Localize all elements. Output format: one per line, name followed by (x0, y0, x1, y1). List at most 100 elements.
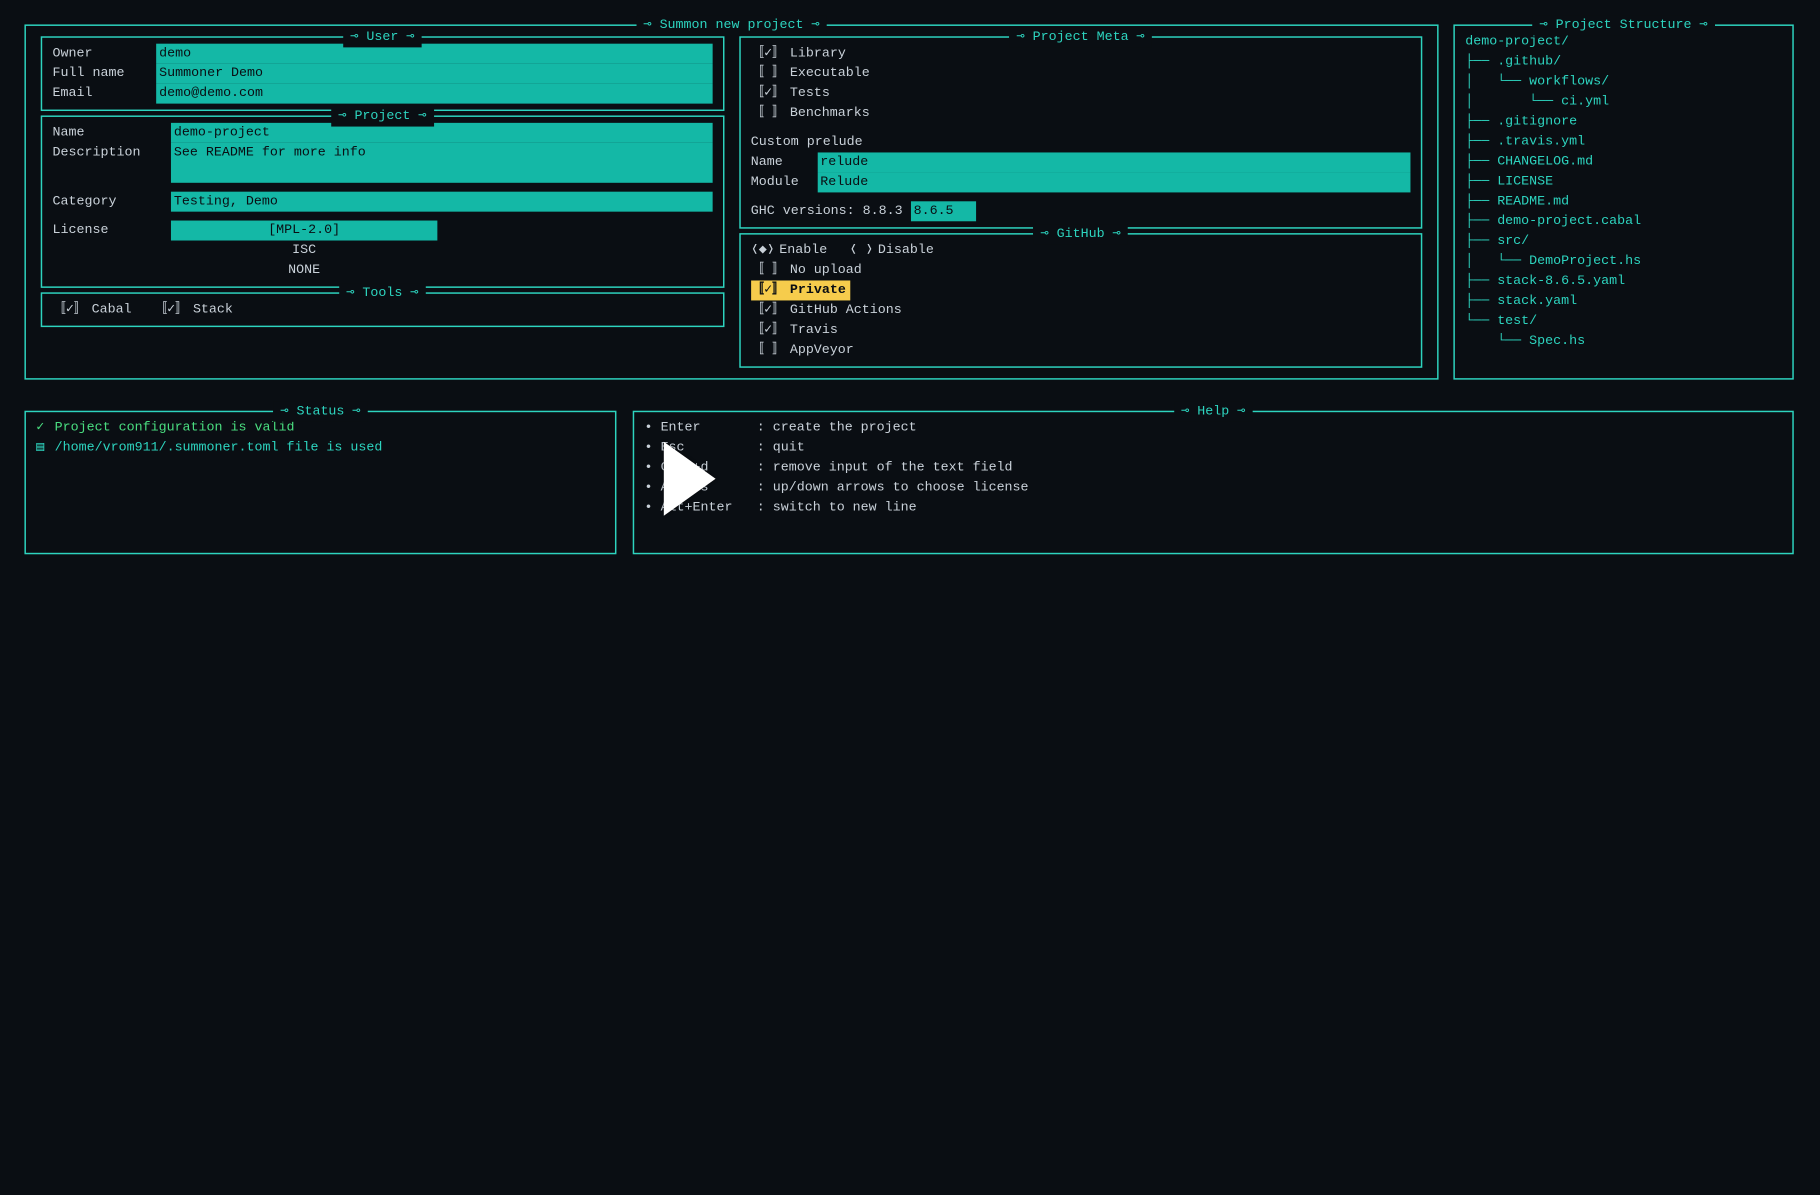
github-panel: ⊸ GitHub ⊸ ❬◆❭ Enable ❬ ❭ Disable (739, 233, 1422, 368)
help-sep: : (757, 440, 773, 455)
checkbox-off-icon: 〚 〛 (751, 64, 786, 84)
help-panel: ⊸ Help ⊸ • Enter: create the project• Es… (633, 411, 1794, 555)
github-actions-label: GitHub Actions (790, 300, 902, 320)
owner-input[interactable]: demo (156, 44, 712, 64)
github-enable-radio[interactable]: ❬◆❭ Enable (751, 241, 827, 261)
tool-cabal-checkbox[interactable]: 〚✓〛 Cabal (53, 300, 132, 320)
fullname-label: Full name (53, 64, 157, 84)
info-icon: ▤ (36, 438, 44, 458)
meta-executable-checkbox[interactable]: 〚 〛 Executable (751, 64, 1411, 84)
tree-line: ├── stack.yaml (1465, 292, 1782, 312)
license-option-isc[interactable]: ISC (171, 241, 437, 261)
tree-line: ├── LICENSE (1465, 172, 1782, 192)
project-meta-panel: ⊸ Project Meta ⊸ 〚✓〛 Library 〚 〛 Executa… (739, 36, 1422, 228)
project-category-input[interactable]: Testing, Demo (171, 192, 712, 212)
project-desc-input[interactable]: See README for more info (171, 143, 712, 183)
project-title: ⊸ Project ⊸ (331, 107, 434, 127)
help-sep: : (757, 500, 773, 515)
bullet-icon: • (645, 440, 653, 455)
tree-line: │ └── workflows/ (1465, 72, 1782, 92)
checkbox-on-icon: 〚✓〛 (53, 300, 88, 320)
tool-stack-checkbox[interactable]: 〚✓〛 Stack (154, 300, 233, 320)
status-config-text: /home/vrom911/.summoner.toml file is use… (55, 438, 383, 458)
github-private-checkbox[interactable]: 〚✓〛 Private (751, 280, 851, 300)
help-key: Ctrl+d (661, 458, 757, 478)
help-desc: switch to new line (773, 500, 917, 515)
github-appveyor-label: AppVeyor (790, 340, 854, 360)
github-disable-label: Disable (878, 241, 934, 261)
project-name-input[interactable]: demo-project (171, 123, 712, 143)
help-desc: quit (773, 440, 805, 455)
help-sep: : (757, 460, 773, 475)
checkbox-on-icon: 〚✓〛 (154, 300, 189, 320)
fullname-input[interactable]: Summoner Demo (156, 64, 712, 84)
ghc-versions-input[interactable]: 8.6.5 (911, 201, 976, 221)
tree-line: ├── src/ (1465, 232, 1782, 252)
meta-title: ⊸ Project Meta ⊸ (1009, 27, 1152, 47)
tree-line: ├── .gitignore (1465, 112, 1782, 132)
tools-title: ⊸ Tools ⊸ (339, 283, 426, 303)
email-label: Email (53, 84, 157, 104)
radio-off-icon: ❬ ❭ (849, 241, 873, 261)
bullet-icon: • (645, 420, 653, 435)
project-structure-panel: ⊸ Project Structure ⊸ demo-project/├── .… (1453, 24, 1793, 379)
help-key: Alt+Enter (661, 498, 757, 518)
checkbox-on-icon: 〚✓〛 (751, 84, 786, 104)
license-option-none[interactable]: NONE (171, 261, 437, 281)
help-key: Arrows (661, 478, 757, 498)
tree-line: ├── .travis.yml (1465, 132, 1782, 152)
github-appveyor-checkbox[interactable]: 〚 〛 AppVeyor (751, 340, 1411, 360)
help-desc: remove input of the text field (773, 460, 1013, 475)
bullet-icon: • (645, 500, 653, 515)
tool-cabal-label: Cabal (92, 300, 132, 320)
check-icon: ✓ (36, 418, 44, 438)
prelude-module-label: Module (751, 172, 818, 192)
github-travis-checkbox[interactable]: 〚✓〛 Travis (751, 320, 1411, 340)
tree-line: │ └── DemoProject.hs (1465, 252, 1782, 272)
help-item: • Ctrl+d: remove input of the text field (645, 458, 1782, 478)
checkbox-on-icon: 〚✓〛 (751, 320, 786, 340)
tree-line: └── test/ (1465, 312, 1782, 332)
project-desc-label: Description (53, 143, 171, 163)
checkbox-off-icon: 〚 〛 (751, 261, 786, 281)
file-tree: demo-project/├── .github/│ └── workflows… (1465, 32, 1782, 352)
meta-executable-label: Executable (790, 64, 870, 84)
license-label: License (53, 221, 171, 241)
structure-title: ⊸ Project Structure ⊸ (1532, 16, 1715, 36)
help-title: ⊸ Help ⊸ (1174, 402, 1253, 422)
license-selected[interactable]: [MPL-2.0] (171, 221, 437, 241)
checkbox-on-icon: 〚✓〛 (751, 44, 786, 64)
user-title: ⊸ User ⊸ (343, 27, 422, 47)
prelude-name-label: Name (751, 152, 818, 172)
owner-label: Owner (53, 44, 157, 64)
github-travis-label: Travis (790, 320, 838, 340)
email-input[interactable]: demo@demo.com (156, 84, 712, 104)
prelude-module-input[interactable]: Relude (817, 172, 1410, 192)
project-panel: ⊸ Project ⊸ Name demo-project Descriptio… (41, 115, 724, 287)
radio-on-icon: ❬◆❭ (751, 241, 775, 261)
meta-tests-checkbox[interactable]: 〚✓〛 Tests (751, 84, 1411, 104)
checkbox-on-icon: 〚✓〛 (751, 280, 786, 300)
tree-line: ├── .github/ (1465, 52, 1782, 72)
tools-panel: ⊸ Tools ⊸ 〚✓〛 Cabal 〚✓〛 Stack (41, 292, 724, 327)
project-name-label: Name (53, 123, 171, 143)
tree-line: ├── demo-project.cabal (1465, 212, 1782, 232)
tree-line: ├── README.md (1465, 192, 1782, 212)
help-desc: create the project (773, 420, 917, 435)
help-desc: up/down arrows to choose license (773, 480, 1029, 495)
prelude-name-input[interactable]: relude (817, 152, 1410, 172)
meta-benchmarks-checkbox[interactable]: 〚 〛 Benchmarks (751, 104, 1411, 124)
github-disable-radio[interactable]: ❬ ❭ Disable (849, 241, 933, 261)
tool-stack-label: Stack (193, 300, 233, 320)
github-actions-checkbox[interactable]: 〚✓〛 GitHub Actions (751, 300, 1411, 320)
github-noupload-checkbox[interactable]: 〚 〛 No upload (751, 261, 1411, 281)
tree-line: ├── stack-8.6.5.yaml (1465, 272, 1782, 292)
help-sep: : (757, 420, 773, 435)
summon-title: ⊸ Summon new project ⊸ (636, 16, 827, 36)
custom-prelude-label: Custom prelude (751, 132, 1411, 152)
checkbox-on-icon: 〚✓〛 (751, 300, 786, 320)
help-item: • Arrows: up/down arrows to choose licen… (645, 478, 1782, 498)
status-valid-text: Project configuration is valid (55, 418, 295, 438)
bullet-icon: • (645, 480, 653, 495)
github-noupload-label: No upload (790, 261, 862, 281)
